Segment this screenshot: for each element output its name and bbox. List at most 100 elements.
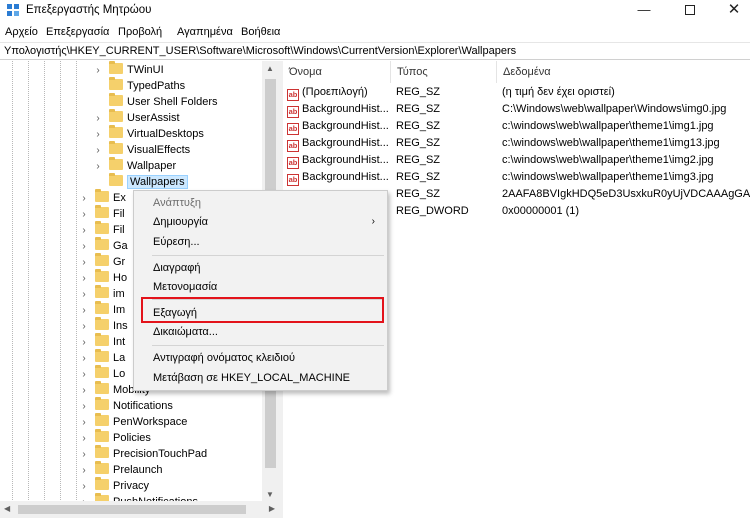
scroll-down-icon[interactable]: ▼ bbox=[266, 490, 274, 499]
folder-icon bbox=[95, 413, 109, 426]
folder-icon bbox=[109, 141, 123, 154]
folder-icon bbox=[95, 189, 109, 202]
tree-item[interactable]: › Ex bbox=[79, 189, 126, 207]
chevron-right-icon[interactable]: › bbox=[79, 255, 89, 271]
tree-item-precisiontouchpad[interactable]: › PrecisionTouchPad bbox=[79, 445, 207, 463]
tree-guide-line bbox=[28, 61, 29, 518]
tree-guide-line bbox=[60, 61, 61, 518]
tree-item[interactable]: › Ho bbox=[79, 269, 127, 287]
tree-item-label: Notifications bbox=[113, 400, 173, 412]
value-row[interactable]: ab BackgroundHist... REG_SZ c:\windows\we… bbox=[283, 152, 750, 169]
tree-item[interactable]: › Fil bbox=[79, 221, 125, 239]
chevron-right-icon[interactable]: › bbox=[79, 287, 89, 303]
menu-help[interactable]: Βοήθεια bbox=[241, 26, 280, 38]
menu-item-delete[interactable]: Διαγραφή bbox=[134, 258, 387, 278]
chevron-right-icon[interactable]: › bbox=[93, 63, 103, 79]
column-header-data[interactable]: Δεδομένα bbox=[497, 61, 750, 83]
scroll-right-icon[interactable]: ▶ bbox=[269, 504, 275, 513]
menu-edit[interactable]: Επεξεργασία bbox=[46, 26, 109, 38]
tree-item-label: La bbox=[113, 352, 126, 364]
tree-item-wallpapers-selected[interactable]: Wallpapers bbox=[93, 173, 188, 190]
tree-item[interactable]: › La bbox=[79, 349, 126, 367]
chevron-right-icon[interactable]: › bbox=[93, 159, 103, 175]
tree-item-penworkspace[interactable]: › PenWorkspace bbox=[79, 413, 187, 431]
folder-icon bbox=[95, 237, 109, 250]
chevron-right-icon[interactable]: › bbox=[79, 271, 89, 287]
chevron-right-icon[interactable]: › bbox=[79, 303, 89, 319]
menu-view[interactable]: Προβολή bbox=[118, 26, 162, 38]
tree-item-privacy[interactable]: › Privacy bbox=[79, 477, 149, 495]
close-button[interactable]: ✕ bbox=[716, 0, 750, 22]
folder-icon bbox=[95, 317, 109, 330]
scrollbar-thumb[interactable] bbox=[18, 505, 246, 514]
chevron-right-icon[interactable]: › bbox=[79, 319, 89, 335]
menu-item-rename[interactable]: Μετονομασία bbox=[134, 277, 387, 297]
tree-item-visualeffects[interactable]: › VisualEffects bbox=[93, 141, 190, 159]
value-row[interactable]: ab (Προεπιλογή) REG_SZ (η τιμή δεν έχει ο… bbox=[283, 84, 750, 101]
tree-item-virtualdesktops[interactable]: › VirtualDesktops bbox=[93, 125, 204, 143]
menu-item-permissions[interactable]: Δικαιώματα... bbox=[134, 322, 387, 342]
chevron-right-icon[interactable]: › bbox=[79, 463, 89, 479]
chevron-right-icon[interactable]: › bbox=[79, 399, 89, 415]
tree-item[interactable]: › im bbox=[79, 285, 125, 303]
value-name: BackgroundHist... bbox=[302, 103, 389, 115]
menu-separator bbox=[152, 255, 384, 256]
column-header-name[interactable]: Όνομα bbox=[283, 61, 391, 83]
chevron-right-icon[interactable]: › bbox=[79, 447, 89, 463]
minimize-button[interactable]: — bbox=[626, 0, 662, 22]
folder-icon bbox=[95, 269, 109, 282]
tree-item[interactable]: › Gr bbox=[79, 253, 125, 271]
chevron-right-icon[interactable]: › bbox=[79, 191, 89, 207]
tree-item[interactable]: › Ins bbox=[79, 317, 128, 335]
folder-icon bbox=[95, 429, 109, 442]
chevron-right-icon[interactable]: › bbox=[79, 239, 89, 255]
chevron-right-icon[interactable]: › bbox=[79, 223, 89, 239]
folder-icon bbox=[109, 109, 123, 122]
chevron-right-icon[interactable]: › bbox=[79, 207, 89, 223]
menu-item-goto-hklm[interactable]: Μετάβαση σε HKEY_LOCAL_MACHINE bbox=[134, 368, 387, 388]
menu-item-find[interactable]: Εύρεση... bbox=[134, 232, 387, 252]
chevron-right-icon[interactable]: › bbox=[79, 415, 89, 431]
tree-item[interactable]: › Ga bbox=[79, 237, 128, 255]
tree-item-prelaunch[interactable]: › Prelaunch bbox=[79, 461, 163, 479]
string-value-icon: ab bbox=[287, 157, 299, 169]
menu-favorites[interactable]: Αγαπημένα bbox=[177, 26, 233, 38]
value-row[interactable]: ab BackgroundHist... REG_SZ C:\Windows\we… bbox=[283, 101, 750, 118]
tree-item-userassist[interactable]: › UserAssist bbox=[93, 109, 180, 127]
scroll-left-icon[interactable]: ◀ bbox=[4, 504, 10, 513]
chevron-right-icon[interactable]: › bbox=[79, 431, 89, 447]
chevron-right-icon[interactable]: › bbox=[79, 479, 89, 495]
chevron-right-icon[interactable]: › bbox=[79, 367, 89, 383]
column-header-type[interactable]: Τύπος bbox=[391, 61, 497, 83]
tree-item-label: Wallpapers bbox=[127, 175, 188, 189]
tree-horizontal-scrollbar[interactable]: ◀ ▶ bbox=[0, 501, 279, 518]
tree-item-notifications[interactable]: › Notifications bbox=[79, 397, 173, 415]
tree-item[interactable]: › Fil bbox=[79, 205, 125, 223]
menu-bar: Αρχείο Επεξεργασία Προβολή Αγαπημένα Βοή… bbox=[0, 22, 750, 42]
value-row[interactable]: ab BackgroundHist... REG_SZ c:\windows\we… bbox=[283, 169, 750, 186]
tree-item-typedpaths[interactable]: TypedPaths bbox=[93, 77, 185, 94]
menu-file[interactable]: Αρχείο bbox=[5, 26, 38, 38]
menu-item-new[interactable]: Δημιουργία › bbox=[134, 212, 387, 232]
chevron-right-icon[interactable]: › bbox=[79, 335, 89, 351]
tree-item[interactable]: › Im bbox=[79, 301, 125, 319]
tree-item[interactable]: › Lo bbox=[79, 365, 125, 383]
tree-item-policies[interactable]: › Policies bbox=[79, 429, 151, 447]
tree-item-twinui[interactable]: › TWinUI bbox=[93, 61, 164, 79]
maximize-button[interactable] bbox=[672, 0, 708, 22]
tree-item-user-shell-folders[interactable]: User Shell Folders bbox=[93, 93, 217, 110]
chevron-right-icon[interactable]: › bbox=[79, 383, 89, 399]
chevron-right-icon[interactable]: › bbox=[93, 127, 103, 143]
chevron-right-icon[interactable]: › bbox=[79, 351, 89, 367]
scroll-up-icon[interactable]: ▲ bbox=[266, 64, 274, 73]
chevron-right-icon[interactable]: › bbox=[93, 111, 103, 127]
value-row[interactable]: ab BackgroundHist... REG_SZ c:\windows\we… bbox=[283, 118, 750, 135]
menu-item-copy-key-name[interactable]: Αντιγραφή ονόματος κλειδιού bbox=[134, 348, 387, 368]
address-bar[interactable]: Υπολογιστής\HKEY_CURRENT_USER\Software\M… bbox=[0, 42, 750, 60]
value-row[interactable]: ab BackgroundHist... REG_SZ c:\windows\we… bbox=[283, 135, 750, 152]
chevron-right-icon[interactable]: › bbox=[93, 143, 103, 159]
tree-item-wallpaper[interactable]: › Wallpaper bbox=[93, 157, 176, 175]
value-data: c:\windows\web\wallpaper\theme1\img3.jpg bbox=[502, 171, 714, 183]
folder-icon bbox=[109, 77, 123, 90]
tree-item[interactable]: › Int bbox=[79, 333, 125, 351]
